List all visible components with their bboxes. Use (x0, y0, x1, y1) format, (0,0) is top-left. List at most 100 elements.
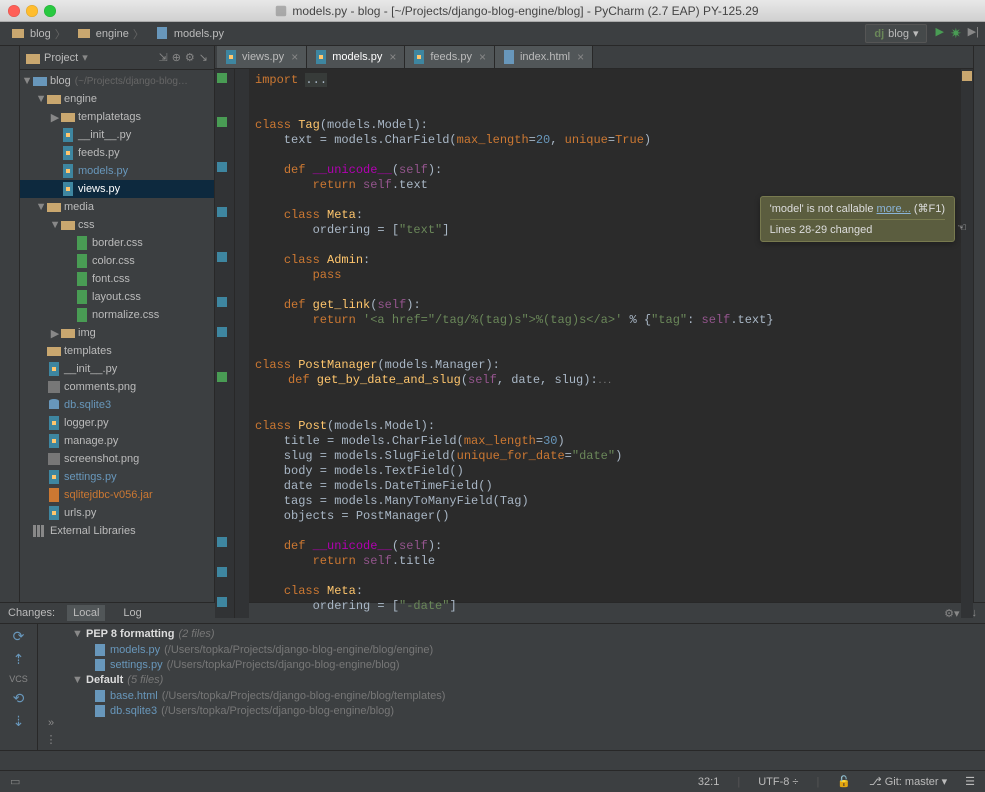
changed-file-db-sqlite3[interactable]: db.sqlite3 (/Users/topka/Projects/django… (68, 703, 981, 718)
refresh-icon[interactable]: ⟳ (13, 628, 25, 645)
more-icon[interactable]: ⋮ (46, 733, 57, 746)
target-icon[interactable]: ⊕ (172, 51, 181, 64)
error-stripe[interactable] (961, 69, 973, 618)
editor-tab-index-html[interactable]: index.html× (495, 46, 593, 68)
tree-item-screenshot-png[interactable]: screenshot.png (20, 450, 214, 468)
lock-icon[interactable]: 🔓 (837, 775, 851, 788)
tree-item-sqlitejdbc-v056-jar[interactable]: sqlitejdbc-v056.jar (20, 486, 214, 504)
folder-blue-icon (32, 75, 48, 87)
zoom-window-icon[interactable] (44, 5, 56, 17)
py-icon (60, 128, 76, 142)
close-tab-icon[interactable]: × (291, 50, 298, 64)
toggle-tool-windows-icon[interactable]: ▭ (10, 775, 20, 788)
jar-icon (46, 488, 62, 502)
editor-tab-feeds-py[interactable]: feeds.py× (405, 46, 495, 68)
folder-icon (60, 111, 76, 123)
lib-icon (32, 525, 48, 537)
warning-indicator-icon (962, 71, 972, 81)
status-encoding[interactable]: UTF-8 ÷ (758, 776, 798, 788)
vcs-label: VCS (9, 674, 28, 684)
folder-icon (46, 201, 62, 213)
bottom-tool-strip (0, 750, 985, 770)
close-tab-icon[interactable]: × (389, 50, 396, 64)
tree-item-color-css[interactable]: color.css (20, 252, 214, 270)
tree-item-templates[interactable]: templates (20, 342, 214, 360)
window-title: models.py - blog - [~/Projects/django-bl… (56, 4, 977, 18)
code-editor[interactable]: import ... class Tag(models.Model): text… (215, 69, 973, 618)
close-window-icon[interactable] (8, 5, 20, 17)
rollback-icon[interactable]: ⟲ (13, 690, 25, 707)
tree-item-external-libraries[interactable]: External Libraries (20, 522, 214, 540)
tree-item-comments-png[interactable]: comments.png (20, 378, 214, 396)
tree-item-img[interactable]: ▶img (20, 324, 214, 342)
tree-item-font-css[interactable]: font.css (20, 270, 214, 288)
folder-icon (46, 345, 62, 357)
commit-icon[interactable]: ⇡ (13, 651, 25, 668)
gear-icon[interactable]: ⚙ (185, 51, 195, 64)
py-icon (60, 182, 76, 196)
more-link[interactable]: more... (877, 203, 911, 215)
tree-item-manage-py[interactable]: manage.py (20, 432, 214, 450)
changes-tab-local[interactable]: Local (67, 605, 105, 621)
run-button[interactable]: ▶ (935, 25, 943, 42)
close-tab-icon[interactable]: × (479, 50, 486, 64)
tree-item---init---py[interactable]: __init__.py (20, 360, 214, 378)
css-icon (74, 254, 90, 268)
changelist-pep-8-formatting[interactable]: ▼PEP 8 formatting (2 files) (68, 626, 981, 642)
expand-icon[interactable]: » (48, 717, 54, 729)
tree-item-media[interactable]: ▼media (20, 198, 214, 216)
tree-item-layout-css[interactable]: layout.css (20, 288, 214, 306)
breadcrumb-engine[interactable]: engine〉 (72, 24, 150, 44)
right-tool-strip (973, 46, 985, 602)
git-branch[interactable]: ⎇ Git: master ▾ (869, 775, 947, 788)
tree-item-border-css[interactable]: border.css (20, 234, 214, 252)
changed-file-settings-py[interactable]: settings.py (/Users/topka/Projects/djang… (68, 657, 981, 672)
tree-item-settings-py[interactable]: settings.py (20, 468, 214, 486)
editor-tab-models-py[interactable]: models.py× (307, 46, 405, 68)
py-icon (60, 146, 76, 160)
tree-item-views-py[interactable]: views.py (20, 180, 214, 198)
tree-item-normalize-css[interactable]: normalize.css (20, 306, 214, 324)
inspection-tooltip: 'model' is not callable more... (⌘F1) Li… (760, 196, 955, 242)
breadcrumb-models.py[interactable]: models.py (150, 24, 230, 44)
editor-tab-views-py[interactable]: views.py× (217, 46, 307, 68)
tree-item-db-sqlite3[interactable]: db.sqlite3 (20, 396, 214, 414)
minimize-window-icon[interactable] (26, 5, 38, 17)
tree-item-feeds-py[interactable]: feeds.py (20, 144, 214, 162)
run-config-selector[interactable]: dj blog ▾ (865, 24, 927, 43)
changes-list[interactable]: ▼PEP 8 formatting (2 files)models.py (/U… (64, 624, 985, 750)
changelist-default[interactable]: ▼Default (5 files) (68, 672, 981, 688)
changed-file-models-py[interactable]: models.py (/Users/topka/Projects/django-… (68, 642, 981, 657)
tree-item-urls-py[interactable]: urls.py (20, 504, 214, 522)
changed-file-base-html[interactable]: base.html (/Users/topka/Projects/django-… (68, 688, 981, 703)
tree-item-css[interactable]: ▼css (20, 216, 214, 234)
tree-item-templatetags[interactable]: ▶templatetags (20, 108, 214, 126)
status-linecol[interactable]: 32:1 (698, 776, 719, 788)
py-icon (60, 164, 76, 178)
changes-toolbar: ⟳ ⇡ VCS ⟲ ⇣ (0, 624, 38, 750)
tree-item---init---py[interactable]: __init__.py (20, 126, 214, 144)
editor-tabs: views.py×models.py×feeds.py×index.html× (215, 46, 973, 69)
breadcrumb-blog[interactable]: blog〉 (6, 24, 72, 44)
py-icon (46, 362, 62, 376)
diff-icon[interactable]: ⇣ (13, 713, 25, 730)
close-tab-icon[interactable]: × (577, 50, 584, 64)
hide-panel-icon[interactable]: ↘ (199, 51, 208, 64)
folder-icon (60, 327, 76, 339)
folder-icon (60, 219, 76, 231)
collapse-icon[interactable]: ⇲ (158, 51, 167, 64)
run-tool-button[interactable]: ▶| (968, 25, 979, 42)
tree-item-blog[interactable]: ▼blog(~/Projects/django-blog… (20, 72, 214, 90)
changes-title: Changes: (8, 607, 55, 619)
tree-item-models-py[interactable]: models.py (20, 162, 214, 180)
project-panel: Project ▾ ⇲ ⊕ ⚙ ↘ ▼blog(~/Projects/djang… (20, 46, 215, 602)
img-icon (46, 381, 62, 393)
debug-button[interactable]: ✷ (950, 25, 962, 42)
notifications-icon[interactable]: ☰ (965, 775, 975, 788)
changes-tab-log[interactable]: Log (117, 605, 147, 621)
py-icon (46, 434, 62, 448)
py-icon (46, 416, 62, 430)
project-tree[interactable]: ▼blog(~/Projects/django-blog…▼engine▶tem… (20, 70, 214, 602)
tree-item-engine[interactable]: ▼engine (20, 90, 214, 108)
tree-item-logger-py[interactable]: logger.py (20, 414, 214, 432)
